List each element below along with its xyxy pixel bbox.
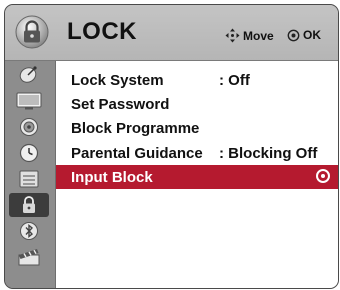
- menu-item-label: Set Password: [71, 96, 170, 113]
- sidebar-item-picture[interactable]: [9, 89, 49, 113]
- menu-item-block-programme[interactable]: Block Programme: [56, 116, 338, 140]
- menu-header: LOCK Move OK: [5, 5, 338, 61]
- sidebar-item-option[interactable]: [9, 167, 49, 191]
- menu-item-set-password[interactable]: Set Password: [56, 92, 338, 116]
- sidebar-item-media[interactable]: [9, 245, 49, 269]
- lock-menu-window: LOCK Move OK Lock System: Off Set Passw…: [4, 4, 339, 289]
- lock-icon: [23, 196, 35, 213]
- menu-item-value: : Off: [219, 72, 250, 89]
- sidebar-item-bluetooth[interactable]: [9, 219, 49, 243]
- dpad-arrows-icon: [225, 28, 240, 43]
- ok-hint: OK: [287, 28, 321, 42]
- menu-item-input-block[interactable]: Input Block: [56, 165, 338, 189]
- media-clapper-icon: [18, 249, 40, 266]
- satellite-dish-icon: [19, 66, 37, 83]
- lock-settings-list: Lock System : Off Set Password Block Pro…: [56, 61, 338, 288]
- move-hint-label: Move: [243, 28, 274, 43]
- page-title: LOCK: [67, 18, 137, 45]
- menu-item-value: : Blocking Off: [219, 145, 318, 162]
- bluetooth-icon: [20, 222, 38, 240]
- sidebar-item-audio[interactable]: [9, 115, 49, 139]
- menu-item-label: Lock System: [71, 72, 164, 89]
- sidebar-item-lock[interactable]: [9, 193, 49, 217]
- picture-icon: [16, 92, 42, 110]
- category-sidebar: [5, 61, 56, 288]
- menu-item-parental-guidance[interactable]: Parental Guidance : Blocking Off: [56, 141, 338, 165]
- sidebar-item-setup[interactable]: [9, 63, 49, 87]
- selected-radio-icon: [316, 169, 330, 183]
- move-hint: Move: [225, 28, 274, 43]
- ok-button-icon: [287, 29, 300, 41]
- option-icon: [19, 170, 39, 188]
- menu-item-label: Input Block: [71, 169, 153, 186]
- audio-icon: [20, 118, 38, 136]
- menu-item-label: Parental Guidance: [71, 145, 203, 162]
- clock-icon: [19, 143, 39, 163]
- sidebar-item-time[interactable]: [9, 141, 49, 165]
- ok-hint-label: OK: [303, 28, 321, 42]
- menu-item-label: Block Programme: [71, 120, 200, 137]
- padlock-icon: [15, 15, 49, 49]
- menu-item-lock-system[interactable]: Lock System : Off: [56, 68, 338, 92]
